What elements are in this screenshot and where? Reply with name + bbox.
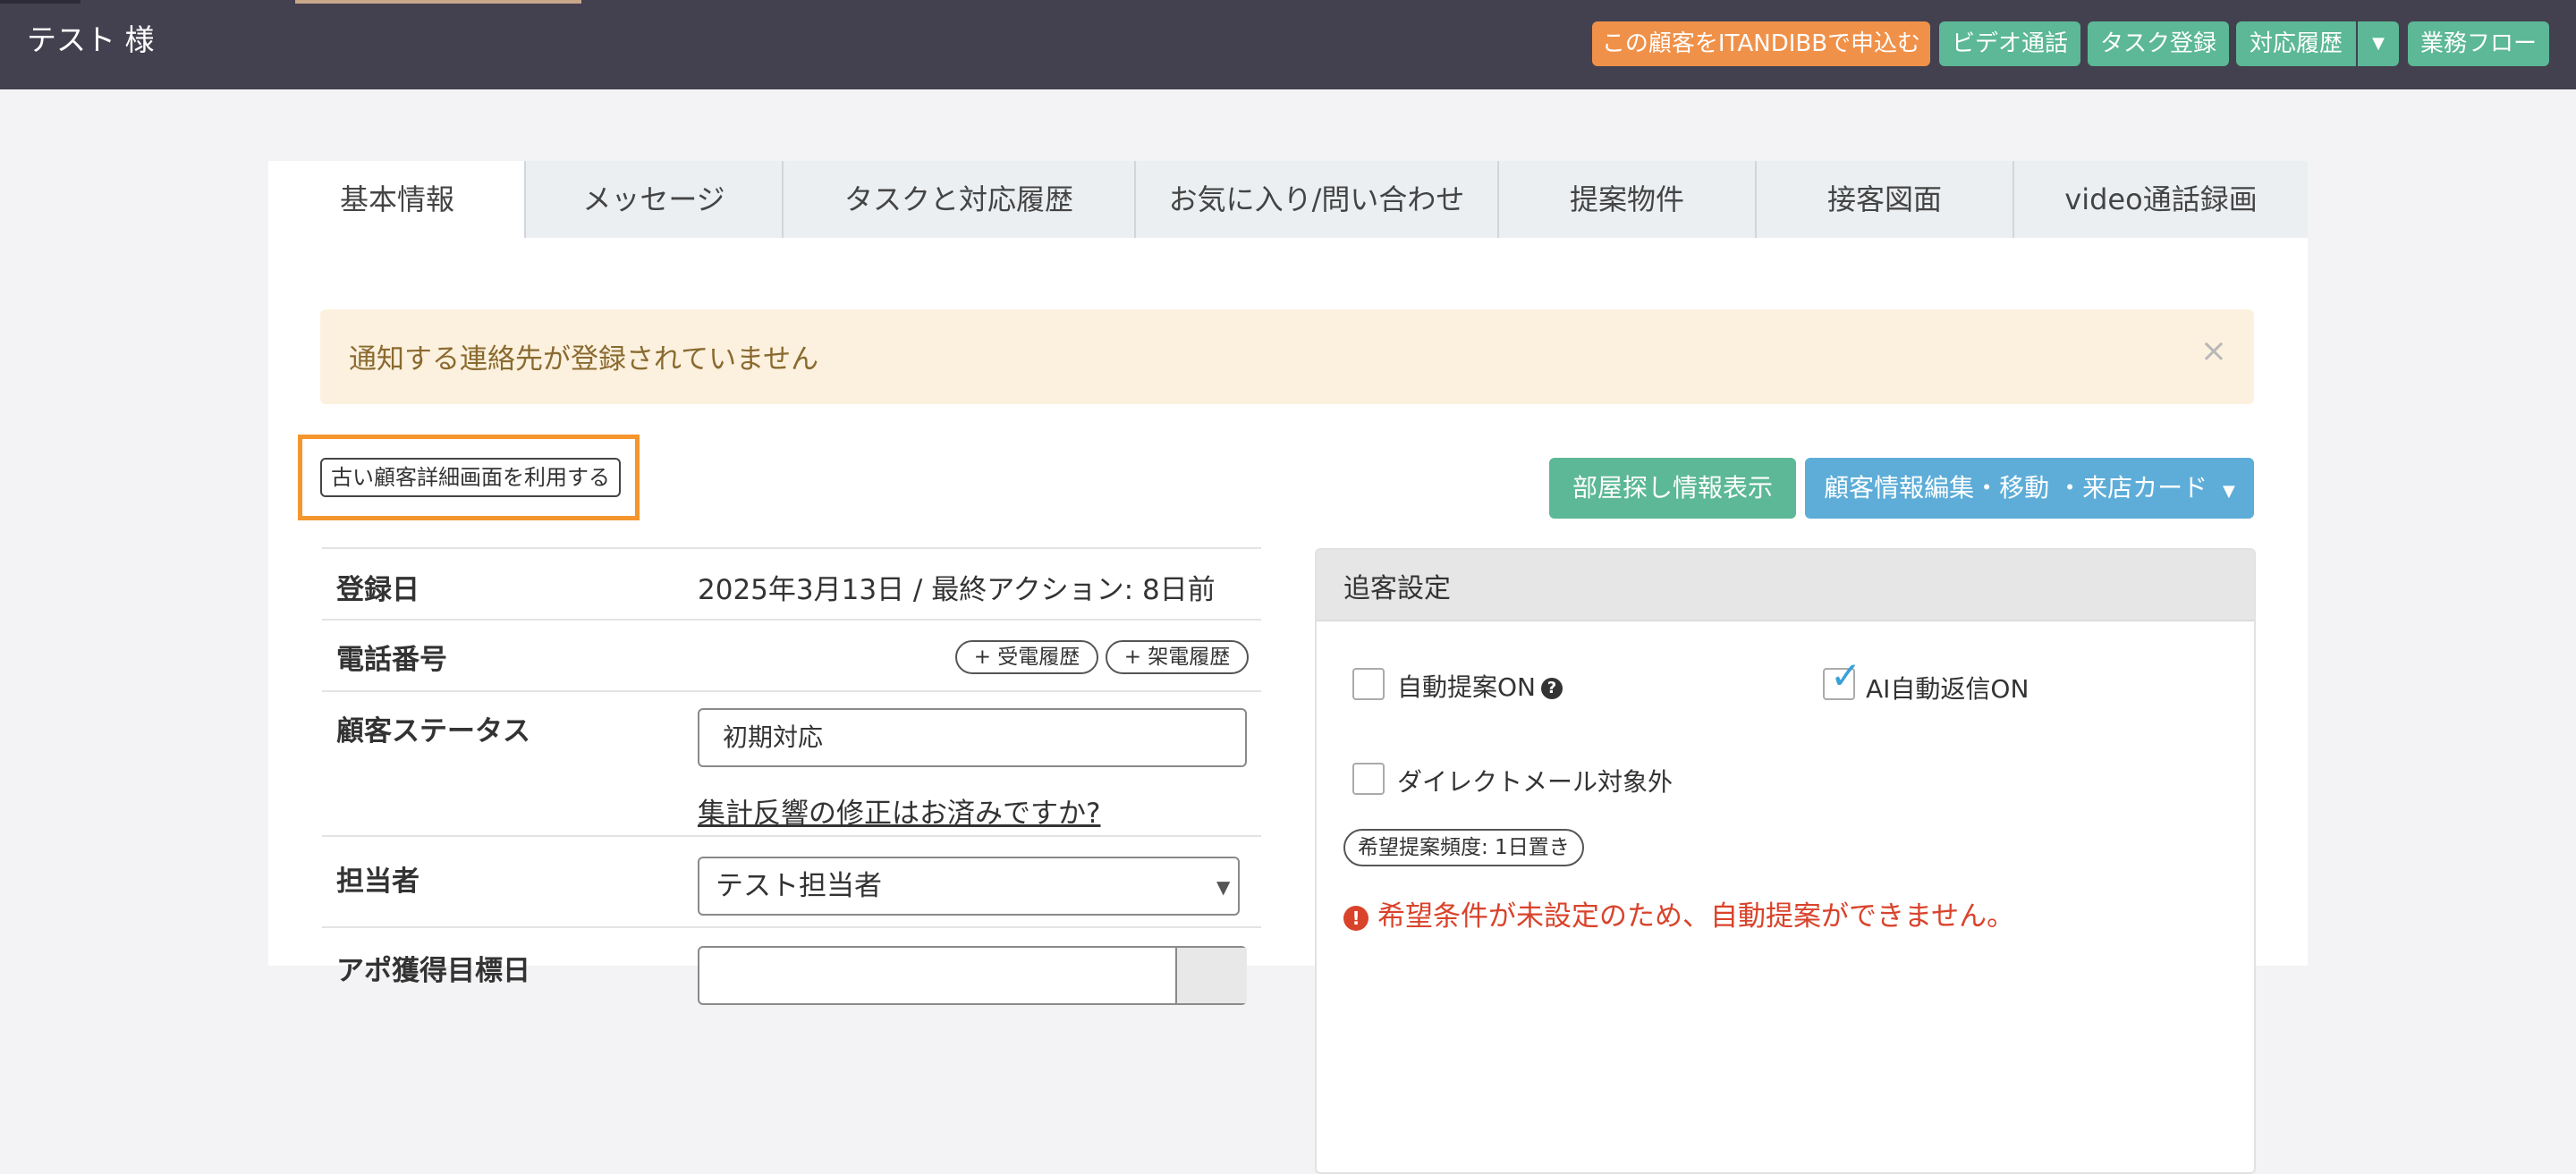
phone-label: 電話番号 (336, 644, 447, 676)
video-call-button[interactable]: ビデオ通話 (1939, 21, 2080, 66)
old-ui-button[interactable]: 古い顧客詳細画面を利用する (320, 458, 621, 497)
task-register-button[interactable]: タスク登録 (2088, 21, 2229, 66)
tab-messages[interactable]: メッセージ (524, 161, 782, 238)
edit-customer-button[interactable]: 顧客情報編集・移動 ・来店カード ▼ (1805, 458, 2254, 519)
customer-name: テスト 様 (27, 22, 155, 57)
assignee-label: 担当者 (336, 866, 419, 898)
topbar-accent-strip (295, 0, 581, 4)
tab-basic-info[interactable]: 基本情報 (268, 161, 526, 238)
checkmark-icon: ✓ (1830, 654, 1862, 697)
aggregate-fix-link[interactable]: 集計反響の修正はお済みですか? (698, 790, 1100, 831)
followup-settings-panel: 追客設定 自動提案ON? ✓ AI自動返信ON ダイレクトメール対象外 希望提案… (1315, 548, 2256, 1174)
history-dropdown-caret-icon[interactable]: ▼ (2358, 21, 2399, 66)
exclamation-icon: ! (1343, 905, 1368, 931)
appointment-label: アポ獲得目標日 (336, 955, 530, 987)
workflow-button[interactable]: 業務フロー (2408, 21, 2549, 66)
close-icon[interactable]: × (2200, 333, 2227, 369)
ai-reply-label: AI自動返信ON (1866, 674, 2029, 704)
room-search-info-button[interactable]: 部屋探し情報表示 (1549, 458, 1796, 519)
topbar-accent-strip (0, 0, 80, 4)
auto-proposal-checkbox[interactable] (1352, 668, 1385, 700)
followup-header: 追客設定 (1317, 550, 2254, 621)
outgoing-history-button[interactable]: + 架電履歴 (1106, 640, 1249, 674)
row-assignee: 担当者 テスト担当者 ▼ (322, 835, 1261, 926)
customer-detail-panel: 基本情報 メッセージ タスクと対応履歴 お気に入り/問い合わせ 提案物件 接客図… (268, 161, 2308, 1174)
tab-tasks-history[interactable]: タスクと対応履歴 (782, 161, 1134, 238)
chevron-down-icon: ▼ (1216, 876, 1231, 898)
tab-proposed-properties[interactable]: 提案物件 (1497, 161, 1755, 238)
registered-value: 2025年3月13日 / 最終アクション: 8日前 (698, 574, 1216, 606)
top-bar: テスト 様 この顧客をITANDIBBで申込む ビデオ通話 タスク登録 対応履歴… (0, 0, 2576, 89)
row-appointment: アポ獲得目標日 (322, 926, 1261, 1035)
auto-proposal-label: 自動提案ON? (1397, 668, 1563, 704)
tab-video-recordings[interactable]: video通話録画 (2012, 161, 2308, 238)
proposal-frequency-badge[interactable]: 希望提案頻度: 1日置き (1343, 829, 1584, 866)
calendar-icon[interactable] (1175, 948, 1247, 1003)
status-label: 顧客ステータス (336, 715, 530, 747)
direct-mail-checkbox[interactable] (1352, 763, 1385, 795)
notification-alert: 通知する連絡先が登録されていません × (320, 309, 2254, 404)
row-status: 顧客ステータス 初期対応 集計反響の修正はお済みですか? (322, 690, 1261, 835)
apply-itandi-button[interactable]: この顧客をITANDIBBで申込む (1592, 21, 1930, 66)
auto-proposal-warning: ! 希望条件が未設定のため、自動提案ができません。 (1343, 893, 2014, 933)
tab-service-drawings[interactable]: 接客図面 (1755, 161, 2012, 238)
followup-title: 追客設定 (1343, 573, 1451, 604)
help-icon[interactable]: ? (1541, 678, 1563, 699)
auto-proposal-text: 自動提案ON (1397, 672, 1536, 702)
tab-bar: 基本情報 メッセージ タスクと対応履歴 お気に入り/問い合わせ 提案物件 接客図… (268, 161, 2308, 238)
tab-favorites-inquiries[interactable]: お気に入り/問い合わせ (1134, 161, 1497, 238)
warning-text: 希望条件が未設定のため、自動提案ができません。 (1377, 900, 2015, 933)
chevron-down-icon: ▼ (2222, 482, 2235, 501)
incoming-history-button[interactable]: + 受電履歴 (955, 640, 1098, 674)
edit-customer-label: 顧客情報編集・移動 ・来店カード (1824, 473, 2208, 503)
assignee-select[interactable]: テスト担当者 (698, 857, 1240, 916)
history-button[interactable]: 対応履歴 (2236, 21, 2356, 66)
row-registered: 登録日 2025年3月13日 / 最終アクション: 8日前 (322, 547, 1261, 619)
direct-mail-label: ダイレクトメール対象外 (1397, 767, 1674, 797)
row-phone: 電話番号 + 受電履歴 + 架電履歴 (322, 619, 1261, 690)
registered-label: 登録日 (336, 574, 419, 606)
ai-reply-checkbox[interactable]: ✓ (1823, 657, 1861, 700)
status-field[interactable]: 初期対応 (698, 708, 1247, 767)
alert-message: 通知する連絡先が登録されていません (349, 343, 819, 376)
